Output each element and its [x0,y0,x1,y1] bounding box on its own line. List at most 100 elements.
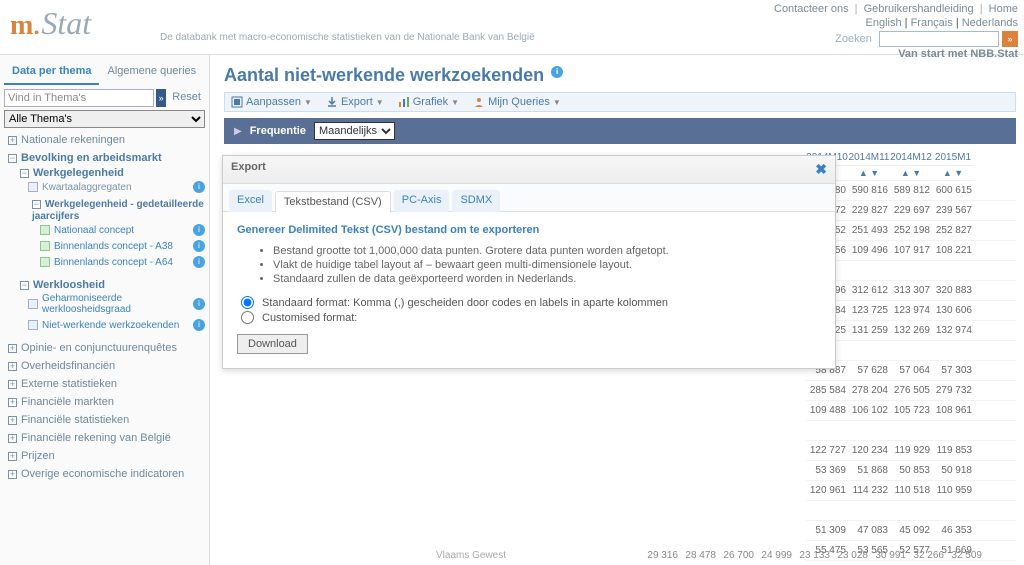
adjust-menu[interactable]: Aanpassen ▼ [231,96,312,108]
tree-node[interactable]: Werkgelegenheid - gedetailleerde jaarcij… [32,199,204,222]
expand-icon[interactable]: + [8,136,17,145]
tab-sdmx[interactable]: SDMX [452,190,500,212]
tree-leaf[interactable]: Nationaal concept [54,225,193,236]
column-header[interactable]: 2014M12 [890,150,932,166]
column-header[interactable]: 2015M1 [932,150,974,166]
expand-icon[interactable]: + [8,398,17,407]
download-button[interactable]: Download [237,334,308,354]
tree-node[interactable]: Financiële statistieken [21,414,129,426]
collapse-icon[interactable]: − [32,200,41,209]
tree-node[interactable]: Externe statistieken [21,378,117,390]
expand-icon[interactable]: + [8,416,17,425]
expand-icon[interactable]: + [8,362,17,371]
contact-link[interactable]: Contacteer ons [774,3,849,15]
tree-leaf[interactable]: Niet-werkende werkzoekenden [42,320,193,331]
tree-node[interactable]: Werkloosheid [33,279,105,291]
guide-link[interactable]: Gebruikershandleiding [864,3,974,15]
sort-control[interactable]: ▲ ▼ [848,166,890,181]
tree-node[interactable]: Financiële markten [21,396,114,408]
export-menu[interactable]: Export ▼ [326,96,384,108]
tab-data-per-thema[interactable]: Data per thema [4,59,99,85]
logo[interactable]: m.Stat [10,5,91,42]
expand-icon[interactable]: + [8,452,17,461]
tab-algemene-queries[interactable]: Algemene queries [99,59,204,85]
info-icon[interactable]: i [193,181,205,193]
table-cell: 57 628 [848,361,890,380]
tree-node[interactable]: Overheidsfinanciën [21,360,115,372]
frequency-select[interactable]: Maandelijks [314,122,395,140]
theme-select[interactable]: Alle Thema's [4,110,205,128]
table-cell: 50 853 [890,461,932,480]
radio-custom-format[interactable] [241,311,254,324]
queries-menu[interactable]: Mijn Queries ▼ [473,96,561,108]
home-link[interactable]: Home [989,3,1018,15]
find-input[interactable] [4,89,154,107]
collapse-icon[interactable]: − [8,154,17,163]
lang-fr[interactable]: Français [911,17,953,29]
tree-node[interactable]: Financiële rekening van België [21,432,171,444]
table-cell: 120 961 [806,481,848,500]
expand-icon[interactable]: + [8,380,17,389]
info-icon[interactable]: i [551,66,563,78]
info-icon[interactable]: i [193,319,205,331]
radio-label: Standaard format: Komma (,) gescheiden d… [262,297,668,309]
lang-en[interactable]: English [866,17,902,29]
table-cell: 57 303 [932,361,974,380]
frequency-label: Frequentie [250,125,306,137]
export-subtitle: Genereer Delimited Tekst (CSV) bestand o… [237,224,821,236]
tree-node[interactable]: Opinie- en conjunctuurenquêtes [21,342,177,354]
lang-nl[interactable]: Nederlands [962,17,1018,29]
chart-menu[interactable]: Grafiek ▼ [398,96,459,108]
tab-csv[interactable]: Tekstbestand (CSV) [275,191,391,213]
tree-leaf[interactable]: Binnenlands concept - A38 [54,241,193,252]
tab-excel[interactable]: Excel [229,190,272,212]
sort-control[interactable]: ▲ ▼ [890,166,932,181]
collapse-icon[interactable]: − [20,169,29,178]
expand-icon[interactable]: + [8,344,17,353]
tree-leaf[interactable]: Geharmoniseerde werkloosheidsgraad [42,293,193,315]
sort-control[interactable]: ▲ ▼ [932,166,974,181]
search-button[interactable]: » [1002,31,1018,47]
table-cell: 51 309 [806,521,848,540]
dataset-icon [40,225,50,235]
footer-value: 32 509 [946,550,984,561]
footer-value: 26 700 [718,550,756,561]
tree-node[interactable]: Overige economische indicatoren [21,468,184,480]
tree-node[interactable]: Werkgelegenheid [33,167,124,179]
theme-tree: +Nationale rekeningen −Bevolking en arbe… [4,131,205,483]
column-header[interactable]: 2014M11 [848,150,890,166]
chevron-down-icon: ▼ [451,98,459,107]
find-button[interactable]: » [156,89,166,107]
tree-leaf[interactable]: Binnenlands concept - A64 [54,257,193,268]
adjust-label: Aanpassen [246,96,301,108]
info-icon[interactable]: i [193,298,205,310]
reset-button[interactable]: Reset [168,89,205,107]
table-row: 131 725131 259132 269132 974 [806,321,1016,341]
table-cell: 109 496 [848,241,890,260]
footer-value: 32 266 [908,550,946,561]
close-icon[interactable]: ✖ [815,161,827,178]
table-cell: 132 974 [932,321,974,340]
page-title-text: Aantal niet-werkende werkzoekenden [224,65,544,85]
user-icon [473,96,485,108]
info-icon[interactable]: i [193,256,205,268]
tree-node[interactable]: Nationale rekeningen [21,134,125,146]
info-icon[interactable]: i [193,240,205,252]
table-cell: 12 937 [932,561,974,565]
info-icon[interactable]: i [193,224,205,236]
radio-standard-format[interactable] [241,296,254,309]
expand-icon[interactable]: + [8,434,17,443]
table-cell: 122 727 [806,441,848,460]
search-input[interactable] [879,31,999,47]
table-row-blank: .... [806,341,1016,361]
tab-pcaxis[interactable]: PC-Axis [394,190,450,212]
page-title: Aantal niet-werkende werkzoekenden i [224,65,1016,86]
tree-node[interactable]: Bevolking en arbeidsmarkt [21,152,162,164]
frequency-bar: ▶ Frequentie Maandelijks [224,118,1016,144]
table-row: 254 452251 493252 198252 827 [806,221,1016,241]
expand-icon[interactable]: + [8,470,17,479]
tree-leaf[interactable]: Kwartaalaggregaten [42,182,193,193]
tree-node[interactable]: Prijzen [21,450,55,462]
table-cell: 47 083 [848,521,890,540]
collapse-icon[interactable]: − [20,281,29,290]
